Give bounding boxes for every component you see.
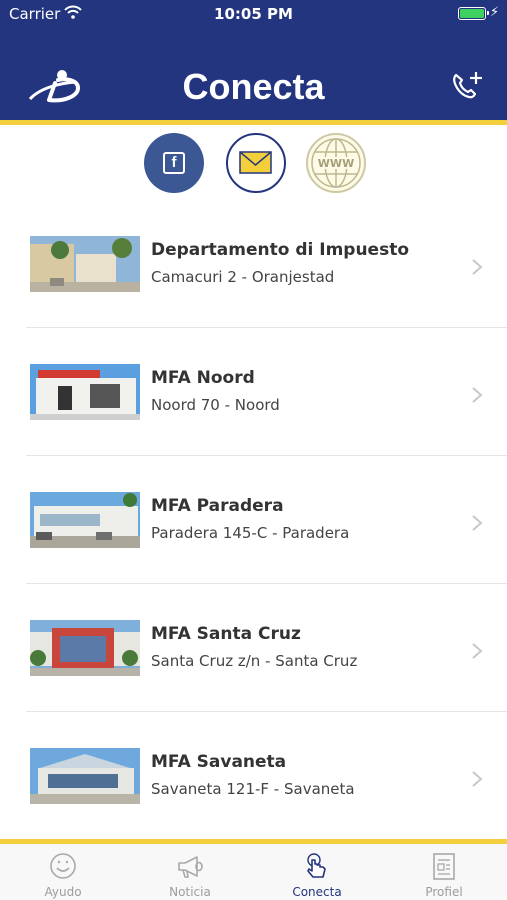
megaphone-icon (178, 856, 203, 878)
location-photo (30, 748, 140, 804)
location-photo (30, 492, 140, 548)
location-name: MFA Savaneta (151, 752, 287, 772)
header-accent-bar (0, 120, 507, 125)
svg-text:WWW: WWW (318, 157, 354, 170)
location-address: Noord 70 - Noord (151, 396, 280, 414)
chevron-right-icon (472, 515, 483, 531)
tab-bar: Ayudo Noticia Conecta Profiel (0, 839, 507, 900)
location-photo (30, 236, 140, 292)
globe-www-icon: WWW (311, 138, 361, 188)
location-address: Savaneta 121-F - Savaneta (151, 780, 355, 798)
tab-label: Conecta (292, 885, 342, 899)
smiley-icon (50, 853, 76, 879)
location-address: Santa Cruz z/n - Santa Cruz (151, 652, 358, 670)
tab-profiel[interactable]: Profiel (381, 844, 507, 900)
facebook-icon: f (163, 152, 185, 174)
location-row-mfa-noord[interactable]: MFA Noord Noord 70 - Noord (0, 328, 507, 456)
chevron-right-icon (472, 771, 483, 787)
chevron-right-icon (472, 643, 483, 659)
status-bar: Carrier 10:05 PM ⚡ (0, 0, 507, 30)
location-row-mfa-savaneta[interactable]: MFA Savaneta Savaneta 121-F - Savaneta (0, 712, 507, 840)
website-button[interactable]: WWW (306, 133, 366, 193)
profile-card-icon (433, 853, 455, 880)
location-address: Camacuri 2 - Oranjestad (151, 268, 335, 286)
location-name: Departamento di Impuesto (151, 240, 410, 260)
tab-conecta[interactable]: Conecta (254, 844, 380, 900)
location-photo (30, 364, 140, 420)
location-photo (30, 620, 140, 676)
location-name: MFA Noord (151, 368, 255, 388)
battery-icon (458, 7, 489, 20)
app-header: Carrier 10:05 PM ⚡ Conecta (0, 0, 507, 120)
tab-ayudo[interactable]: Ayudo (0, 844, 126, 900)
location-address: Paradera 145-C - Paradera (151, 524, 350, 542)
email-button[interactable] (226, 133, 286, 193)
tab-label: Profiel (425, 885, 463, 899)
page-title: Conecta (182, 66, 325, 107)
chevron-right-icon (472, 259, 483, 275)
location-name: MFA Paradera (151, 496, 284, 516)
mail-icon (239, 151, 272, 174)
touch-hand-icon (307, 853, 326, 878)
tab-label: Noticia (169, 885, 211, 899)
charging-icon: ⚡ (490, 5, 500, 20)
tab-noticia[interactable]: Noticia (127, 844, 253, 900)
tab-label: Ayudo (44, 885, 82, 899)
facebook-button[interactable]: f (144, 133, 204, 193)
clock: 10:05 PM (214, 5, 293, 23)
add-call-icon[interactable] (450, 69, 484, 101)
location-row-mfa-paradera[interactable]: MFA Paradera Paradera 145-C - Paradera (0, 456, 507, 584)
location-name: MFA Santa Cruz (151, 624, 301, 644)
chevron-right-icon (472, 387, 483, 403)
location-row-departamento-di-impuesto[interactable]: Departamento di Impuesto Camacuri 2 - Or… (0, 200, 507, 328)
location-row-mfa-santa-cruz[interactable]: MFA Santa Cruz Santa Cruz z/n - Santa Cr… (0, 584, 507, 712)
